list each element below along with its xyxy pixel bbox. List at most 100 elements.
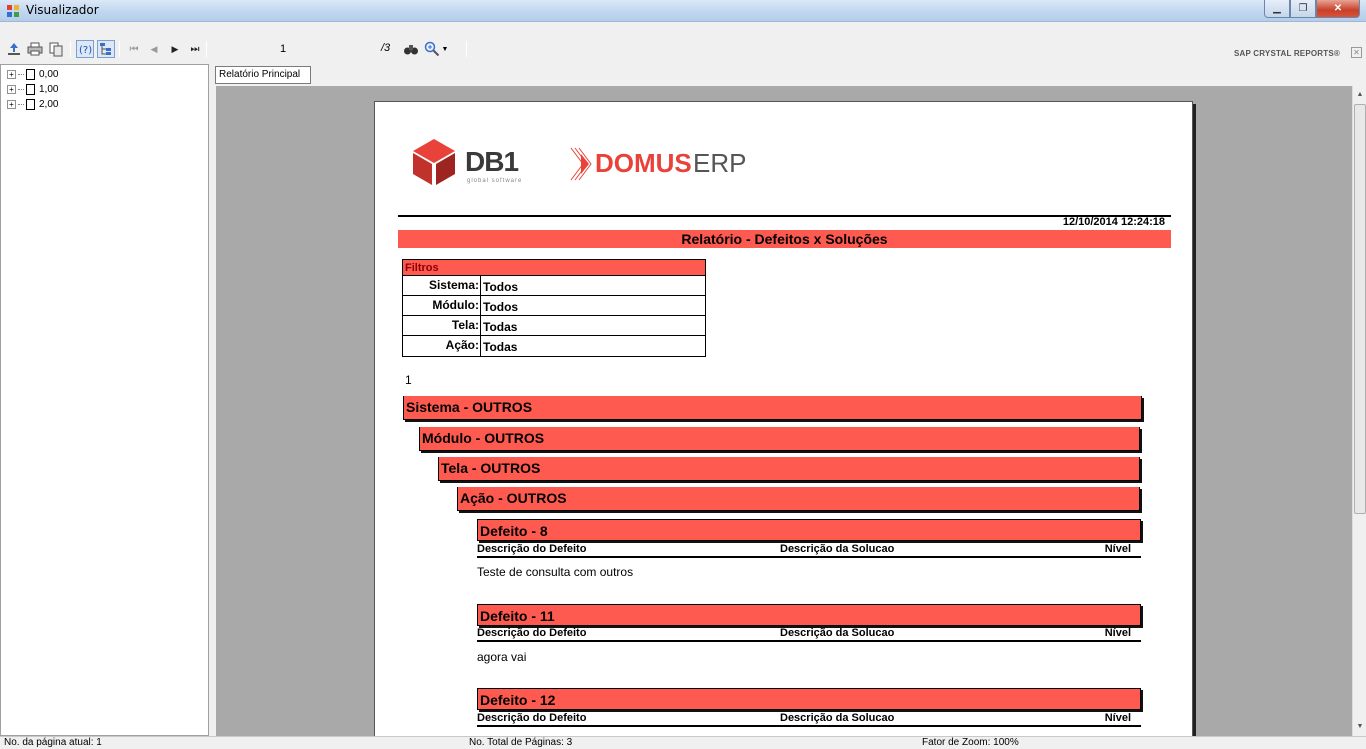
- filter-label: Sistema:: [403, 276, 481, 295]
- maximize-button[interactable]: ❐: [1290, 0, 1316, 18]
- filter-label: Tela:: [403, 316, 481, 335]
- filters-header: Filtros: [403, 260, 705, 276]
- tab-main-report[interactable]: Relatório Principal: [215, 66, 311, 84]
- report-viewer: DB1 global software DOMUS ERP 12/10/2014…: [216, 86, 1352, 736]
- maximize-icon: ❐: [1298, 3, 1308, 14]
- toolbar: [0, 22, 1366, 64]
- column-nivel: Nível: [1104, 627, 1131, 639]
- acao-band: Ação - OUTROS: [457, 487, 1140, 511]
- filter-value: Todos: [483, 300, 519, 314]
- scroll-down-icon[interactable]: ▼: [1353, 720, 1366, 734]
- status-current-page: No. da página atual: 1: [4, 737, 102, 748]
- column-desc-solucao: Descrição da Solucao: [780, 543, 895, 555]
- modulo-band: Módulo - OUTROS: [419, 427, 1140, 451]
- defect-description: agora vai: [477, 650, 527, 664]
- zoom-dropdown[interactable]: ▼: [422, 40, 450, 58]
- group-tree-icon: [100, 43, 111, 55]
- print-button[interactable]: [26, 40, 44, 58]
- tree-item[interactable]: + 0,00: [7, 68, 58, 81]
- tree-item[interactable]: + 2,00: [7, 98, 58, 111]
- status-zoom: Fator de Zoom: 100%: [922, 737, 1019, 748]
- tree-item-label: 1,00: [39, 84, 59, 95]
- app-icon: [7, 5, 19, 17]
- tree-item-label: 2,00: [39, 99, 59, 110]
- column-desc-defeito: Descrição do Defeito: [477, 627, 587, 639]
- column-nivel: Nível: [1104, 712, 1131, 724]
- minimize-button[interactable]: ▁: [1264, 0, 1290, 18]
- column-headers: Descrição do Defeito Descrição da Soluca…: [477, 542, 1141, 558]
- scroll-up-icon[interactable]: ▲: [1353, 88, 1366, 102]
- column-nivel: Nível: [1104, 543, 1131, 555]
- scroll-thumb[interactable]: [1354, 104, 1366, 514]
- next-page-icon: ▶: [171, 43, 179, 54]
- first-page-button[interactable]: ⏮: [125, 40, 143, 58]
- defect-header: Defeito - 12: [477, 688, 1141, 710]
- tree-item[interactable]: + 1,00: [7, 83, 58, 96]
- filter-row: Módulo: Todos: [403, 296, 705, 316]
- filter-row: Tela: Todas: [403, 316, 705, 336]
- document-icon: [26, 69, 35, 80]
- filter-row: Sistema: Todos: [403, 276, 705, 296]
- domus-logo-text: DOMUS: [595, 148, 692, 178]
- close-icon: ✕: [1333, 3, 1343, 14]
- filters-table: Filtros Sistema: Todos Módulo: Todos Tel…: [402, 259, 706, 357]
- expand-icon[interactable]: +: [7, 70, 16, 79]
- expand-icon[interactable]: +: [7, 100, 16, 109]
- db1-logo-subtitle: global software: [467, 178, 523, 184]
- last-page-icon: ⏭: [190, 43, 200, 55]
- filter-value: Todos: [483, 280, 519, 294]
- help-button[interactable]: (?): [76, 40, 94, 58]
- defect-header: Defeito - 11: [477, 604, 1141, 626]
- sistema-band: Sistema - OUTROS: [403, 396, 1142, 420]
- column-desc-defeito: Descrição do Defeito: [477, 712, 587, 724]
- report-title: Relatório - Defeitos x Soluções: [398, 230, 1171, 248]
- defect-description: Teste de consulta com outros: [477, 565, 634, 579]
- tree-item-label: 0,00: [39, 69, 59, 80]
- copy-button[interactable]: [47, 40, 65, 58]
- column-headers: Descrição do Defeito Descrição da Soluca…: [477, 626, 1141, 642]
- column-headers: Descrição do Defeito Descrição da Soluca…: [477, 711, 1141, 727]
- last-page-button[interactable]: ⏭: [186, 40, 204, 58]
- title-bar: Visualizador ▁ ❐ ✕: [0, 0, 1366, 22]
- filter-row: Ação: Todas: [403, 336, 705, 356]
- svg-text:(?): (?): [79, 45, 92, 56]
- chevron-down-icon: ▼: [441, 45, 449, 53]
- column-desc-solucao: Descrição da Solucao: [780, 627, 895, 639]
- export-icon: [8, 43, 20, 55]
- export-button[interactable]: [5, 40, 23, 58]
- expand-icon[interactable]: +: [7, 85, 16, 94]
- prev-page-icon: ◀: [150, 43, 158, 54]
- toolbar-separator: [206, 41, 207, 57]
- next-page-button[interactable]: ▶: [166, 40, 184, 58]
- group-tree-toggle[interactable]: [97, 40, 115, 58]
- filter-label: Módulo:: [403, 296, 481, 315]
- page-number-label: 1: [405, 373, 412, 387]
- toolbar-separator: [119, 41, 120, 57]
- find-button[interactable]: [402, 40, 420, 58]
- document-icon: [26, 84, 35, 95]
- status-bar: No. da página atual: 1 No. Total de Pági…: [0, 736, 1366, 749]
- db1-logo-text: DB1: [465, 146, 519, 177]
- total-pages-label: /3: [381, 42, 391, 54]
- group-tree: + 0,00 + 1,00 + 2,00: [0, 64, 209, 736]
- close-button[interactable]: ✕: [1316, 0, 1360, 18]
- filter-value: Todas: [483, 320, 518, 334]
- window-title: Visualizador: [26, 3, 99, 17]
- find-icon: [404, 45, 418, 55]
- zoom-icon: [424, 41, 439, 57]
- erp-logo-text: ERP: [693, 148, 747, 178]
- report-datetime: 12/10/2014 12:24:18: [1062, 216, 1165, 228]
- column-desc-solucao: Descrição da Solucao: [780, 712, 895, 724]
- status-total-pages: No. Total de Páginas: 3: [469, 737, 573, 748]
- prev-page-button[interactable]: ◀: [145, 40, 163, 58]
- page-number-input[interactable]: [278, 41, 368, 57]
- db1-logo-icon: [413, 139, 455, 185]
- defect-header: Defeito - 8: [477, 519, 1141, 541]
- help-icon: (?): [79, 45, 92, 56]
- toolbar-separator: [70, 41, 71, 57]
- copy-icon: [49, 42, 63, 57]
- vertical-scrollbar[interactable]: ▲ ▼: [1352, 86, 1366, 736]
- brand-close-icon[interactable]: ✕: [1351, 47, 1362, 58]
- print-icon: [27, 42, 43, 56]
- column-desc-defeito: Descrição do Defeito: [477, 543, 587, 555]
